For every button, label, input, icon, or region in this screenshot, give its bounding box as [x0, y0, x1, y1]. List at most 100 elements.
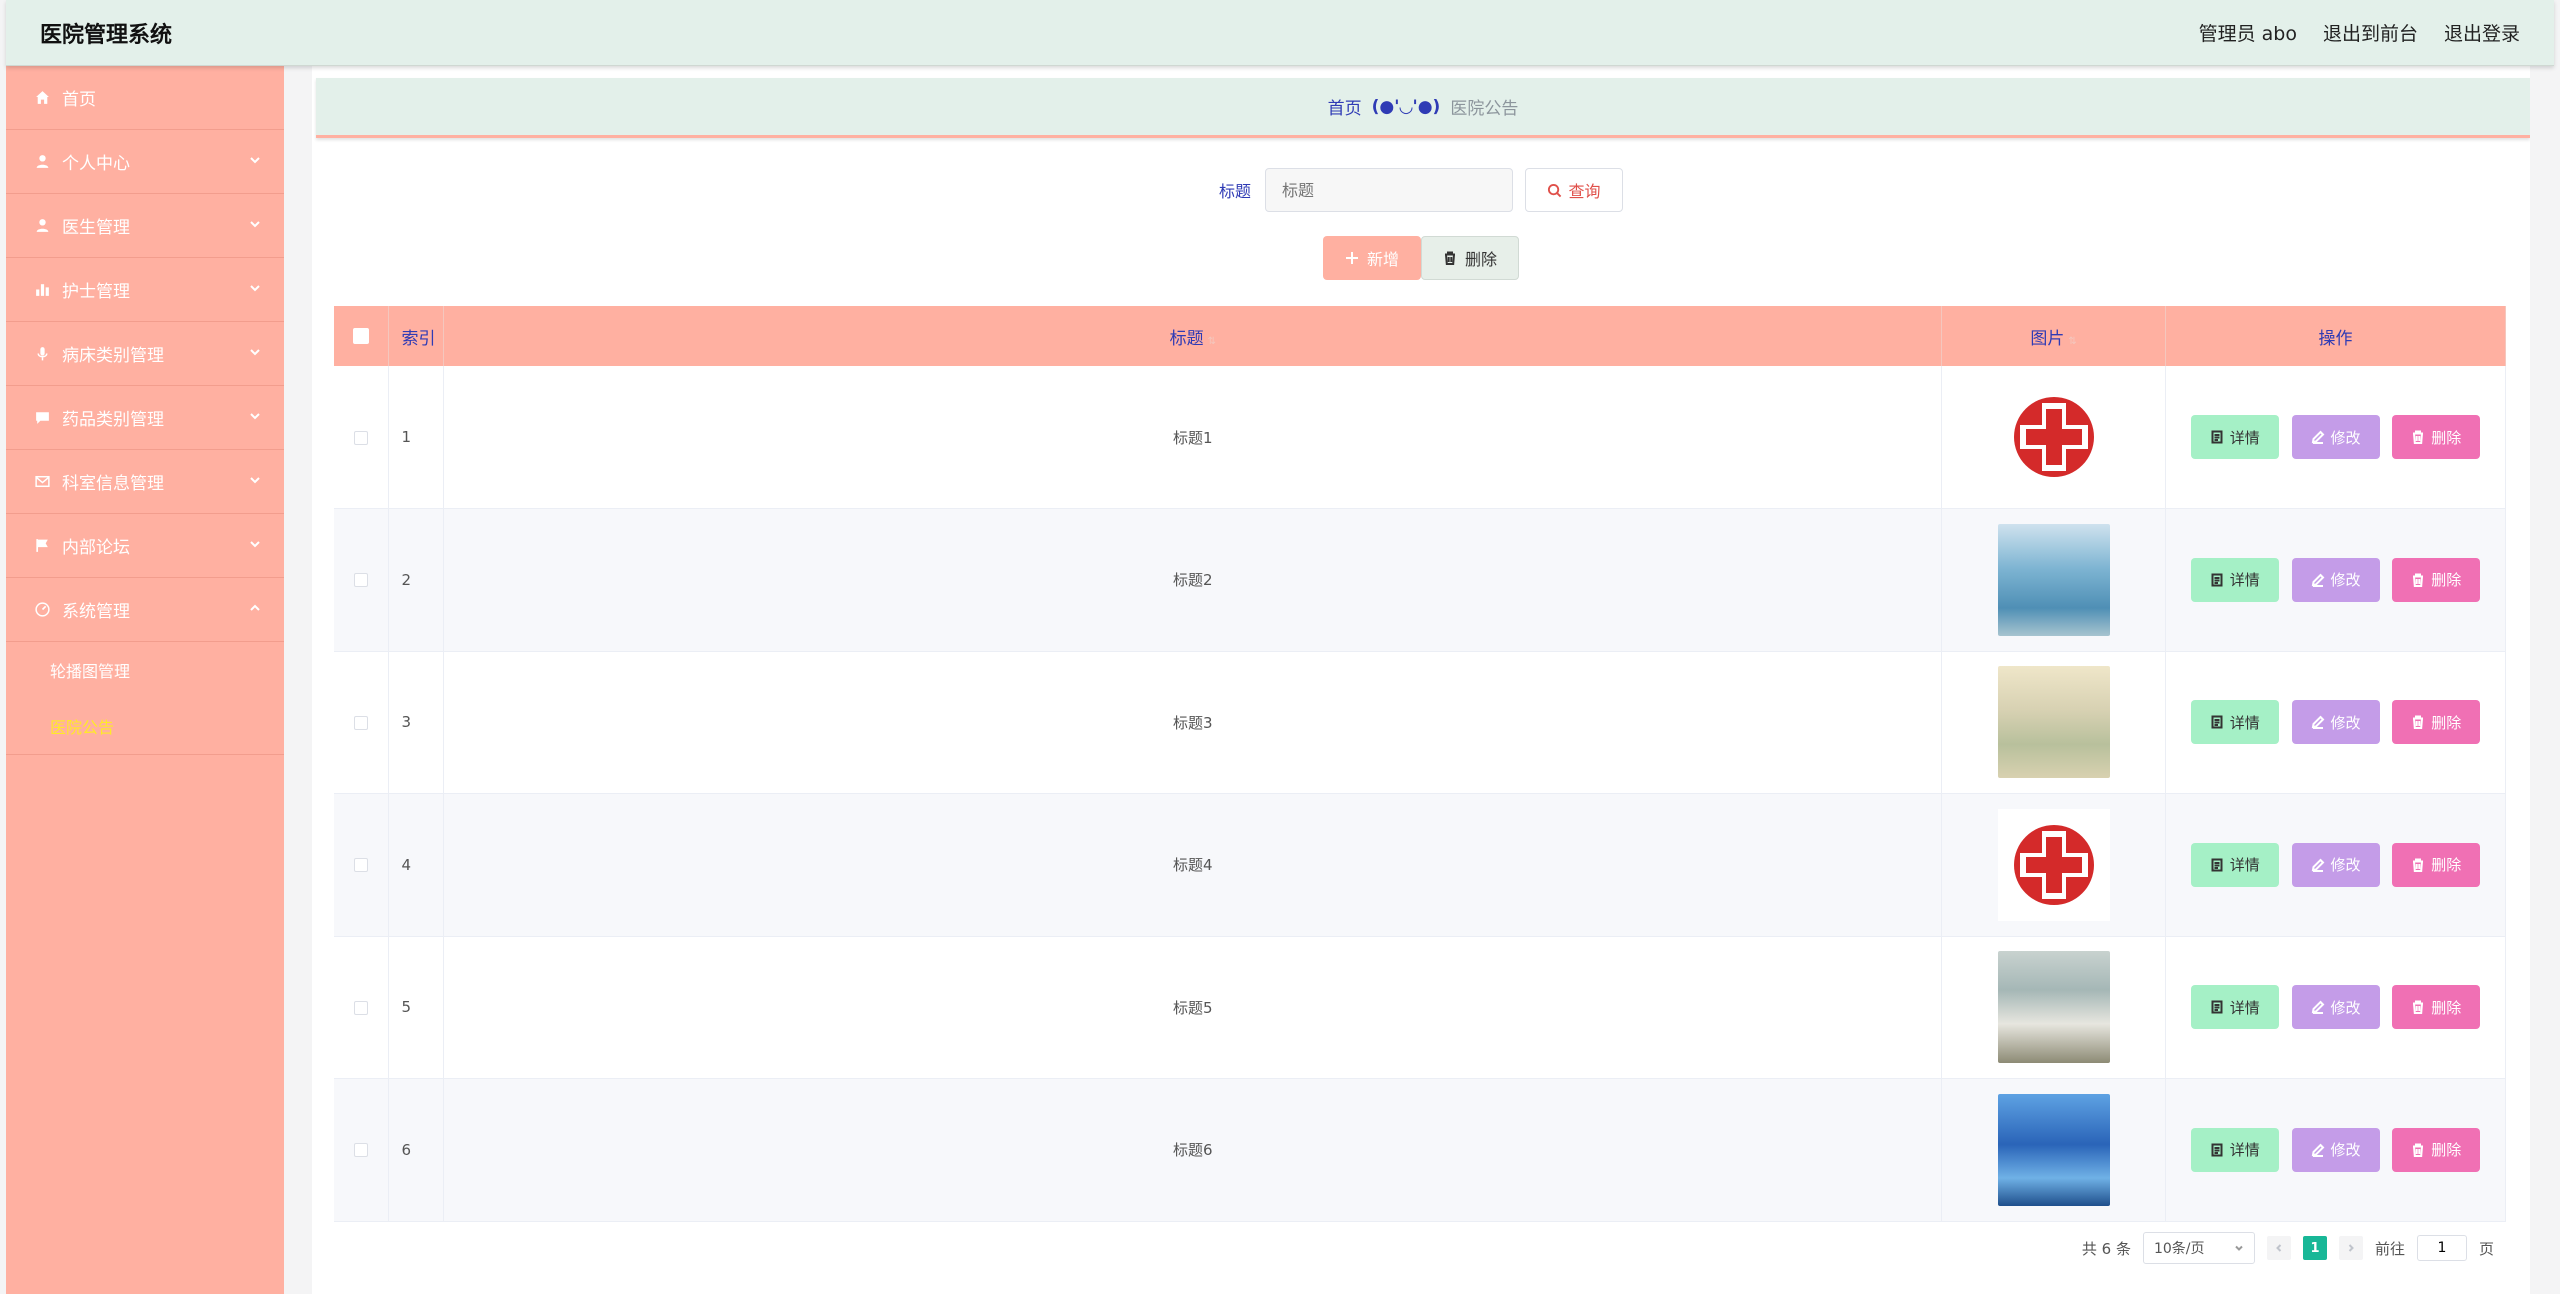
- red-cross-logo-image[interactable]: [1997, 381, 2110, 493]
- page-number-button[interactable]: 1: [2302, 1236, 2327, 1260]
- page-size-select[interactable]: 10条/页: [2142, 1232, 2255, 1264]
- table-row: 5 标题5 详情 修改 删除: [334, 936, 2506, 1079]
- edit-button[interactable]: 修改: [2291, 415, 2380, 459]
- row-checkbox[interactable]: [354, 573, 369, 588]
- header-image-label: 图片: [2030, 328, 2065, 349]
- document-icon: [2211, 430, 2223, 444]
- row-index: 5: [388, 936, 445, 1079]
- header-image[interactable]: 图片 ⇅: [1941, 306, 2167, 366]
- sidebar-item-label: 科室信息管理: [62, 474, 164, 494]
- edit-button[interactable]: 修改: [2291, 842, 2380, 887]
- table-header-row: 索引 标题 ⇅ 图片 ⇅ 操作: [334, 306, 2506, 366]
- sidebar-item-drug-category-management[interactable]: 药品类别管理: [6, 386, 284, 450]
- document-icon: [2211, 1000, 2223, 1014]
- sidebar-item-internal-forum[interactable]: 内部论坛: [6, 514, 284, 578]
- detail-button[interactable]: 详情: [2190, 415, 2279, 459]
- chevron-right-icon: [2348, 1244, 2354, 1252]
- row-checkbox[interactable]: [354, 1143, 369, 1158]
- batch-delete-button[interactable]: 删除: [1421, 236, 1519, 280]
- trash-icon: [2413, 1143, 2424, 1157]
- pagination: 共 6 条 10条/页 1 前往 页: [2082, 1232, 2494, 1264]
- exit-to-front-link[interactable]: 退出到前台: [2323, 19, 2418, 46]
- edit-button[interactable]: 修改: [2291, 557, 2380, 602]
- user-icon: [32, 152, 52, 172]
- trash-icon: [2413, 858, 2424, 872]
- edit-button-label: 修改: [2330, 713, 2361, 732]
- document-icon: [2211, 858, 2223, 872]
- add-button[interactable]: 新增: [1323, 236, 1421, 280]
- chat-icon: [32, 408, 52, 428]
- sidebar-item-doctor-management[interactable]: 医生管理: [6, 194, 284, 258]
- trash-icon: [2413, 715, 2424, 730]
- bar-chart-icon: [32, 280, 52, 300]
- sidebar-item-department-management[interactable]: 科室信息管理: [6, 450, 284, 514]
- submenu-item-carousel[interactable]: 轮播图管理: [6, 642, 284, 698]
- search-icon: [1548, 183, 1562, 197]
- edit-button-label: 修改: [2330, 856, 2361, 875]
- sidebar-item-nurse-management[interactable]: 护士管理: [6, 258, 284, 322]
- delete-button[interactable]: 删除: [2392, 557, 2481, 602]
- edit-button-label: 修改: [2330, 1141, 2361, 1160]
- ward-room-photo-image[interactable]: [1997, 951, 2110, 1064]
- row-ops-cell: 详情 修改 删除: [2165, 1078, 2506, 1222]
- delete-button[interactable]: 删除: [2392, 1127, 2481, 1172]
- prev-page-button[interactable]: [2266, 1236, 2291, 1260]
- delete-button[interactable]: 删除: [2392, 415, 2481, 459]
- row-checkbox[interactable]: [354, 430, 369, 445]
- home-icon: [32, 88, 52, 108]
- chevron-down-icon: [248, 216, 262, 230]
- select-all-checkbox[interactable]: [353, 328, 370, 344]
- sidebar-item-label: 内部论坛: [62, 538, 130, 558]
- sort-icon: ⇅: [2068, 335, 2077, 347]
- edit-button[interactable]: 修改: [2291, 985, 2380, 1030]
- sidebar-item-personal-center[interactable]: 个人中心: [6, 130, 284, 194]
- row-title: 标题1: [443, 366, 1943, 509]
- sidebar: 首页 个人中心 医生管理 护士管理 病床类别管理 药品类别管理 科室信息管理 内…: [6, 66, 284, 1294]
- detail-button[interactable]: 详情: [2190, 842, 2279, 887]
- hospital-corridor-photo-image[interactable]: [1997, 666, 2110, 779]
- edit-button[interactable]: 修改: [2291, 700, 2380, 745]
- row-ops-cell: 详情 修改 删除: [2165, 936, 2506, 1079]
- row-check-cell: [334, 793, 390, 937]
- search-button-label: 查询: [1568, 182, 1601, 201]
- user-icon: [32, 216, 52, 236]
- next-page-button[interactable]: [2338, 1236, 2363, 1260]
- goto-page-input[interactable]: [2416, 1235, 2467, 1261]
- edit-button[interactable]: 修改: [2291, 1127, 2380, 1172]
- detail-button[interactable]: 详情: [2190, 985, 2279, 1030]
- page-right-gutter: [2530, 66, 2560, 1294]
- header-title[interactable]: 标题 ⇅: [443, 306, 1943, 366]
- edit-button-label: 修改: [2330, 998, 2361, 1017]
- title-search-input[interactable]: [1265, 168, 1513, 212]
- table-row: 4 标题4 详情 修改 删除: [334, 793, 2506, 937]
- delete-button[interactable]: 删除: [2392, 700, 2481, 745]
- header-index: 索引: [388, 306, 445, 366]
- operating-room-photo-image[interactable]: [1997, 523, 2110, 636]
- row-checkbox[interactable]: [354, 715, 369, 730]
- detail-button[interactable]: 详情: [2190, 700, 2279, 745]
- main-content: 首页 (●'◡'●) 医院公告 标题 查询 新增 删除 索引 标题⇅ 图片⇅ 操: [312, 66, 2530, 1294]
- sidebar-item-home[interactable]: 首页: [6, 66, 284, 130]
- search-label: 标题: [1218, 182, 1251, 201]
- document-icon: [2211, 715, 2223, 729]
- sidebar-item-bed-category-management[interactable]: 病床类别管理: [6, 322, 284, 386]
- row-checkbox[interactable]: [354, 1000, 369, 1015]
- sidebar-item-system-management[interactable]: 系统管理: [6, 578, 284, 642]
- search-bar: 标题 查询: [312, 168, 2530, 212]
- breadcrumb-home[interactable]: 首页: [1328, 94, 1362, 119]
- row-image-cell: [1941, 1078, 2167, 1222]
- row-image-cell: [1941, 793, 2167, 937]
- logout-link[interactable]: 退出登录: [2444, 19, 2520, 46]
- row-checkbox[interactable]: [354, 858, 369, 873]
- delete-button[interactable]: 删除: [2392, 842, 2481, 887]
- red-cross-logo-image[interactable]: [1997, 808, 2110, 921]
- delete-button[interactable]: 删除: [2392, 985, 2481, 1030]
- detail-button[interactable]: 详情: [2190, 557, 2279, 602]
- submenu-item-hospital-notice[interactable]: 医院公告: [6, 698, 284, 754]
- surgery-room-photo-image[interactable]: [1997, 1093, 2110, 1206]
- chevron-down-icon: [248, 408, 262, 422]
- detail-button[interactable]: 详情: [2190, 1127, 2279, 1172]
- search-button[interactable]: 查询: [1525, 168, 1623, 212]
- chevron-up-icon: [248, 600, 262, 614]
- flag-icon: [32, 536, 52, 556]
